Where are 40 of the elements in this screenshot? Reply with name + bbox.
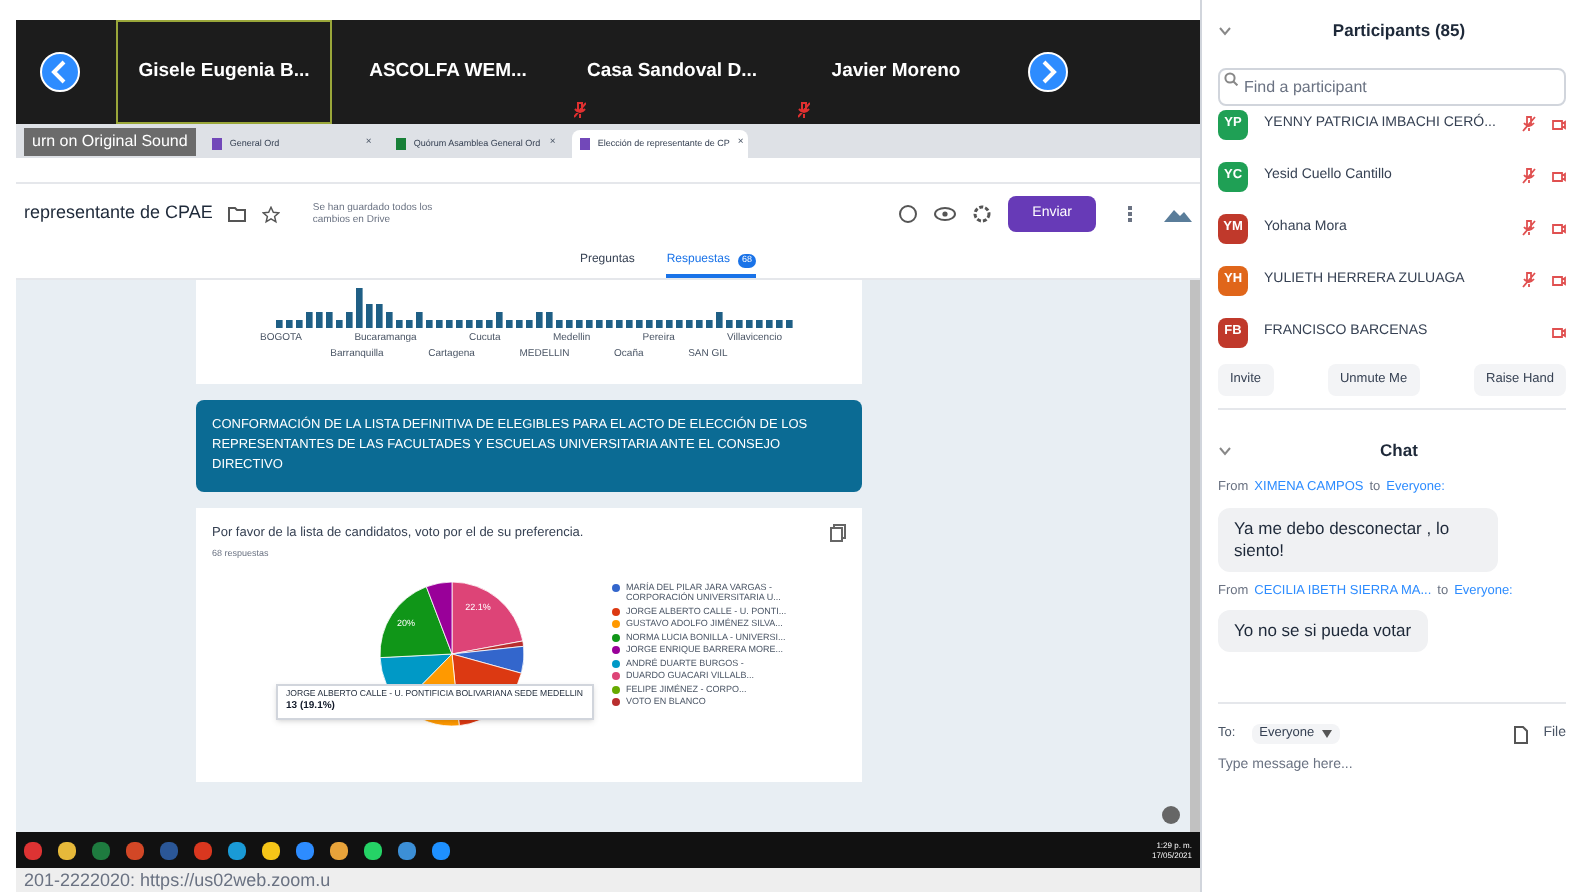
account-icon[interactable] xyxy=(1164,206,1192,222)
settings-icon[interactable] xyxy=(972,204,993,224)
participant-name: ASCOLFA WEM... xyxy=(369,57,527,86)
form-title: representante de CPAE xyxy=(24,200,213,227)
eye-icon[interactable] xyxy=(934,206,957,222)
search-icon xyxy=(1224,72,1238,86)
search-field[interactable]: Find a participant xyxy=(1218,68,1566,106)
copy-icon[interactable] xyxy=(830,524,846,542)
video-off-icon[interactable] xyxy=(1552,273,1566,287)
panel-title: Participants (85) xyxy=(1330,17,1468,43)
sheets-icon xyxy=(395,138,406,150)
muted-mic-icon[interactable] xyxy=(1522,116,1536,132)
video-off-icon[interactable] xyxy=(1552,221,1566,235)
panel-title: Chat xyxy=(1378,438,1420,465)
folder-icon[interactable] xyxy=(228,206,247,222)
caret-icon xyxy=(1322,730,1333,738)
star-icon[interactable] xyxy=(262,205,281,223)
forms-icon xyxy=(211,138,222,150)
video-off-icon[interactable] xyxy=(1552,325,1566,339)
chat-message: Ya me debo desconectar , lo siento! xyxy=(1218,507,1498,571)
muted-mic-icon[interactable] xyxy=(1522,220,1536,236)
participant-name: Javier Moreno xyxy=(831,57,961,86)
collapse-icon[interactable] xyxy=(1218,446,1232,457)
original-sound-button[interactable]: urn on Original Sound xyxy=(24,127,196,155)
video-off-icon[interactable] xyxy=(1552,169,1566,183)
muted-mic-icon[interactable] xyxy=(1522,168,1536,184)
muted-mic-icon[interactable] xyxy=(1522,272,1536,288)
participant-name: Gisele Eugenia B... xyxy=(138,57,310,86)
collapse-icon[interactable] xyxy=(1218,25,1232,35)
url-text: 201-2222020: https://us02web.zoom.u xyxy=(24,869,331,891)
video-tile[interactable]: ASCOLFA WEM... xyxy=(340,20,556,124)
video-tile[interactable]: Gisele Eugenia B... xyxy=(116,20,332,124)
video-tile[interactable]: Casa Sandoval D... xyxy=(564,20,780,124)
video-off-icon[interactable] xyxy=(1552,117,1566,131)
file-icon[interactable] xyxy=(1513,725,1528,743)
video-tile[interactable]: Javier Moreno xyxy=(788,20,1004,124)
participant-name: Casa Sandoval D... xyxy=(586,57,757,86)
chat-message: Yo no se si pueda votar xyxy=(1218,610,1428,653)
forms-icon xyxy=(579,138,590,150)
help-icon[interactable] xyxy=(1162,806,1180,824)
